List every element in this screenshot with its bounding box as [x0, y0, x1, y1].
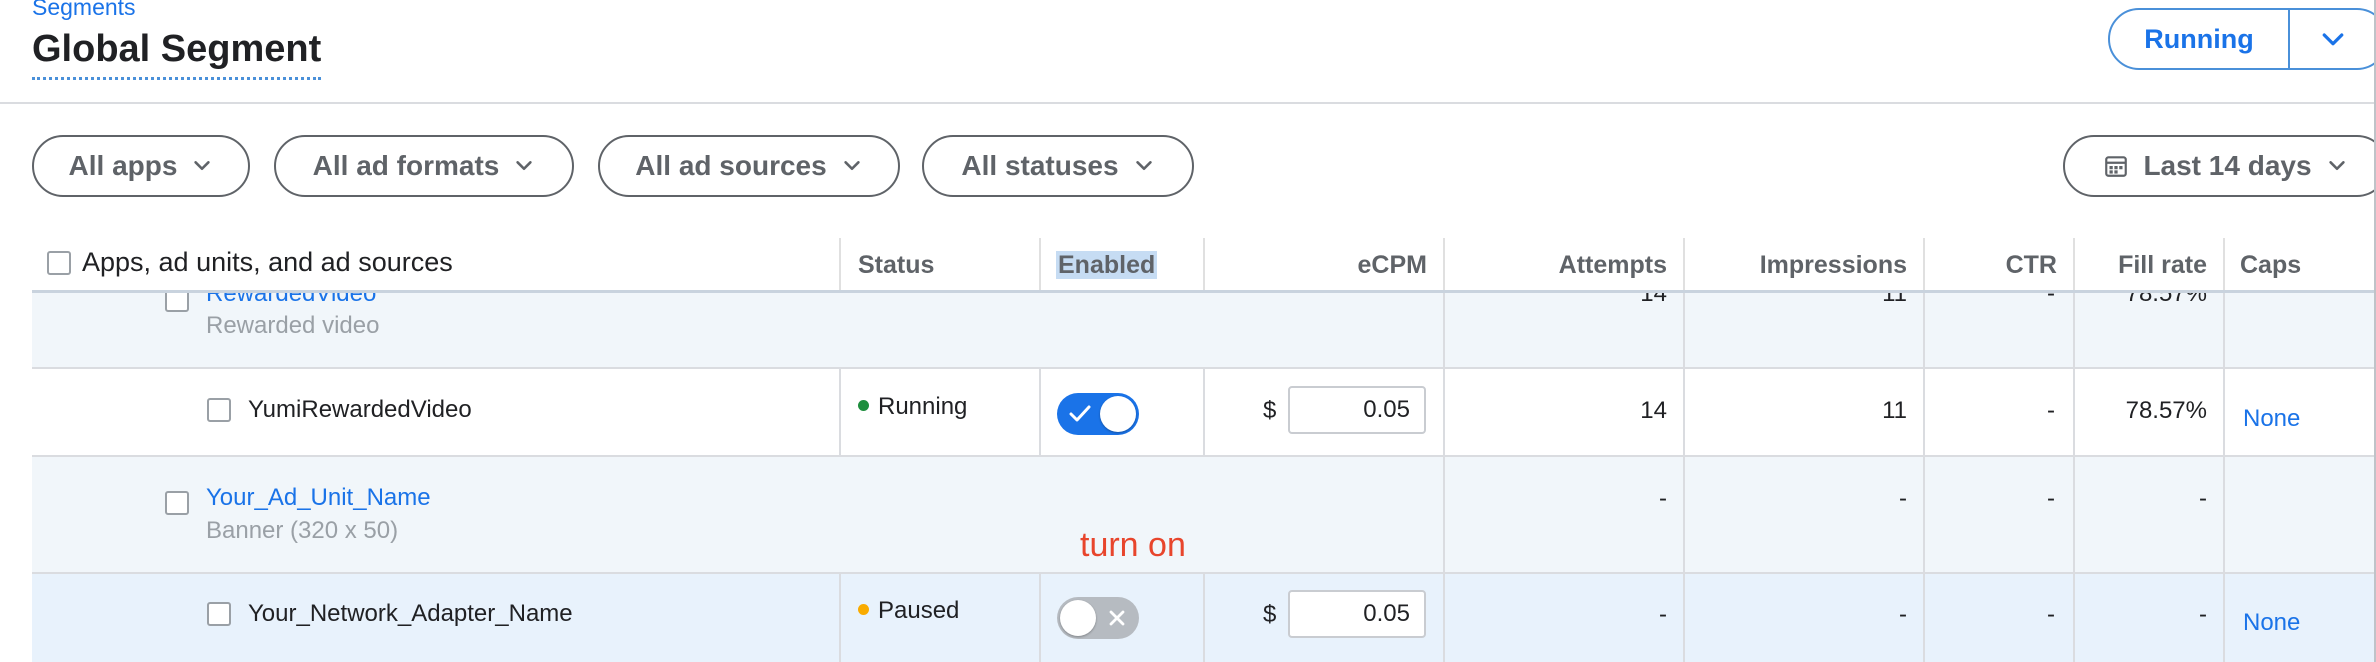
- filter-statuses-label: All statuses: [961, 150, 1119, 181]
- ad-unit-format: Banner (320 x 50): [206, 517, 399, 544]
- column-divider: [1683, 290, 1685, 662]
- filter-ad-formats[interactable]: All ad formats: [274, 135, 574, 197]
- column-divider: [839, 574, 841, 662]
- header-column-divider: [2073, 238, 2075, 292]
- breadcrumb-segments[interactable]: Segments: [32, 0, 136, 21]
- button-divider: [2288, 10, 2290, 68]
- ctr-value: -: [2047, 601, 2055, 628]
- ctr-value: -: [2047, 397, 2055, 424]
- chevron-down-icon: [2328, 161, 2345, 171]
- header-column-divider: [2223, 238, 2225, 292]
- enabled-toggle-on[interactable]: [1057, 393, 1139, 435]
- column-header-enabled[interactable]: Enabled: [1056, 234, 1158, 290]
- select-all-checkbox[interactable]: [47, 251, 71, 275]
- column-header-ecpm[interactable]: eCPM: [1210, 234, 1427, 290]
- status-dot-running: [858, 400, 869, 411]
- chevron-down-icon: [516, 161, 533, 171]
- turn-on-annotation: turn on: [1080, 526, 1186, 564]
- filter-apps-label: All apps: [68, 150, 178, 181]
- column-divider: [1923, 290, 1925, 662]
- toggle-knob: [1100, 396, 1136, 432]
- row-checkbox[interactable]: [207, 398, 231, 422]
- fill-rate-value: -: [2199, 601, 2207, 628]
- attempts-value: -: [1659, 601, 1667, 628]
- column-header-ctr[interactable]: CTR: [1930, 234, 2057, 290]
- header-column-divider: [1443, 238, 1445, 292]
- column-header-status[interactable]: Status: [858, 234, 934, 290]
- attempts-value: 14: [1640, 397, 1667, 424]
- column-divider: [1039, 574, 1041, 662]
- column-divider: [1039, 369, 1041, 455]
- calendar-icon: [2105, 156, 2128, 177]
- column-divider: [1203, 369, 1205, 455]
- column-header-name[interactable]: Apps, ad units, and ad sources: [82, 234, 453, 290]
- column-divider: [2073, 290, 2075, 662]
- ecpm-input[interactable]: 0.05: [1288, 386, 1426, 434]
- status-text: Paused: [878, 597, 960, 624]
- filter-apps[interactable]: All apps: [32, 135, 250, 197]
- column-header-enabled-label: Enabled: [1056, 251, 1158, 279]
- status-dropdown-button[interactable]: Running: [2108, 8, 2376, 70]
- column-header-caps[interactable]: Caps: [2240, 234, 2301, 290]
- fill-rate-value: 78.57%: [2125, 397, 2207, 424]
- row-checkbox[interactable]: [207, 602, 231, 626]
- filter-ad-formats-label: All ad formats: [312, 150, 500, 181]
- impressions-value: -: [1899, 601, 1907, 628]
- currency-symbol: $: [1263, 601, 1277, 628]
- ad-unit-format: Rewarded video: [206, 312, 380, 339]
- chevron-down-icon: [1135, 161, 1152, 171]
- filter-ad-sources[interactable]: All ad sources: [598, 135, 900, 197]
- date-range-label: Last 14 days: [2143, 150, 2312, 181]
- column-divider: [2223, 290, 2225, 662]
- header-column-divider: [1923, 238, 1925, 292]
- fill-rate-value: -: [2199, 485, 2207, 512]
- ctr-value: -: [2047, 485, 2055, 512]
- caps-link[interactable]: None: [2243, 609, 2300, 637]
- table-row-ad-unit: [32, 457, 2376, 572]
- header-divider: [0, 102, 2376, 104]
- enabled-toggle-off[interactable]: [1057, 597, 1139, 639]
- header-column-divider: [839, 238, 841, 292]
- header-column-divider: [1203, 238, 1205, 292]
- column-header-fill-rate[interactable]: Fill rate: [2080, 234, 2207, 290]
- column-header-attempts[interactable]: Attempts: [1450, 234, 1667, 290]
- status-dot-paused: [858, 604, 869, 615]
- page-title: Global Segment: [32, 28, 322, 80]
- ad-source-name: Your_Network_Adapter_Name: [248, 600, 573, 627]
- currency-symbol: $: [1263, 397, 1277, 424]
- column-divider: [1443, 290, 1445, 662]
- toggle-knob: [1060, 600, 1096, 636]
- ad-unit-name-link[interactable]: Your_Ad_Unit_Name: [206, 484, 431, 512]
- chevron-down-icon: [194, 161, 211, 171]
- header-column-divider: [1039, 238, 1041, 292]
- checkmark-icon: [1069, 405, 1091, 422]
- header-column-divider: [1683, 238, 1685, 292]
- attempts-value: -: [1659, 485, 1667, 512]
- impressions-value: 11: [1882, 397, 1907, 424]
- date-range-picker[interactable]: Last 14 days: [2063, 135, 2376, 197]
- row-checkbox[interactable]: [165, 491, 189, 515]
- caps-link[interactable]: None: [2243, 405, 2300, 433]
- ad-source-name: YumiRewardedVideo: [248, 396, 472, 423]
- table-header-border: [32, 290, 2376, 293]
- close-icon: [1109, 610, 1125, 626]
- column-divider: [1203, 574, 1205, 662]
- filter-ad-sources-label: All ad sources: [635, 150, 827, 181]
- column-divider: [839, 369, 841, 455]
- filter-statuses[interactable]: All statuses: [922, 135, 1194, 197]
- impressions-value: -: [1899, 485, 1907, 512]
- chevron-down-icon[interactable]: [2318, 25, 2348, 60]
- ecpm-input[interactable]: 0.05: [1288, 590, 1426, 638]
- column-header-impressions[interactable]: Impressions: [1690, 234, 1907, 290]
- status-text: Running: [878, 393, 968, 420]
- status-button-label[interactable]: Running: [2110, 10, 2288, 68]
- chevron-down-icon: [844, 161, 860, 171]
